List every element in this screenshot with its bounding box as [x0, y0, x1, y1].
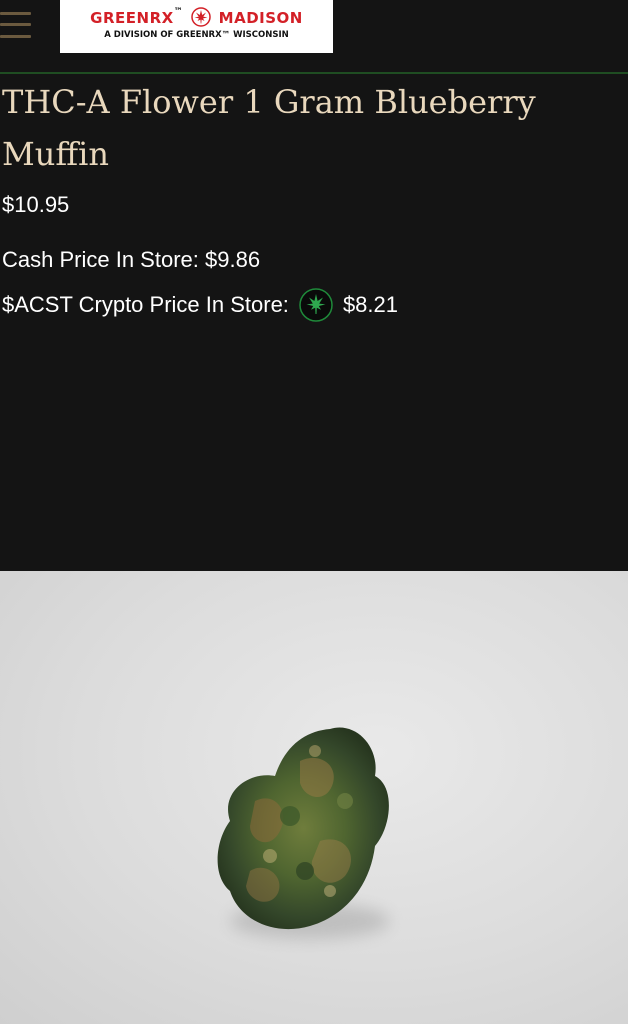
- product-image[interactable]: [0, 571, 628, 1024]
- hamburger-icon: [0, 12, 31, 15]
- logo-brand-right: MADISON: [218, 9, 303, 27]
- crypto-price-row: $ACST Crypto Price In Store: $8.21: [2, 288, 398, 322]
- hamburger-icon-line: [0, 23, 31, 26]
- cash-price-label: Cash Price In Store:: [2, 247, 199, 272]
- crypto-price-label: $ACST Crypto Price In Store:: [2, 292, 289, 317]
- cash-price-row: Cash Price In Store: $9.86: [2, 247, 260, 273]
- hamburger-icon-line: [0, 35, 31, 38]
- logo-tagline: A DIVISION OF GREENRX™ WISCONSIN: [104, 30, 289, 40]
- cannabis-leaf-icon: [191, 7, 211, 27]
- cannabis-bud-photo: [217, 727, 390, 939]
- logo-brand-left: GREENRX: [90, 9, 174, 27]
- crypto-price-value: $8.21: [342, 292, 398, 317]
- cash-price-value: $9.86: [205, 247, 261, 272]
- logo-brand-line: GREENRX™ MADISON: [60, 7, 333, 27]
- green-leaf-coin-icon: [299, 288, 333, 322]
- logo-trademark: ™: [173, 7, 184, 17]
- header-divider: [0, 72, 628, 74]
- product-title: THC-A Flower 1 Gram Blueberry Muffin: [2, 83, 536, 173]
- site-logo[interactable]: GREENRX™ MADISON A DIVISION OF GREENRX™ …: [60, 0, 333, 53]
- menu-button[interactable]: [0, 9, 32, 41]
- site-header: GREENRX™ MADISON A DIVISION OF GREENRX™ …: [0, 0, 628, 74]
- product-price: $10.95: [2, 192, 70, 217]
